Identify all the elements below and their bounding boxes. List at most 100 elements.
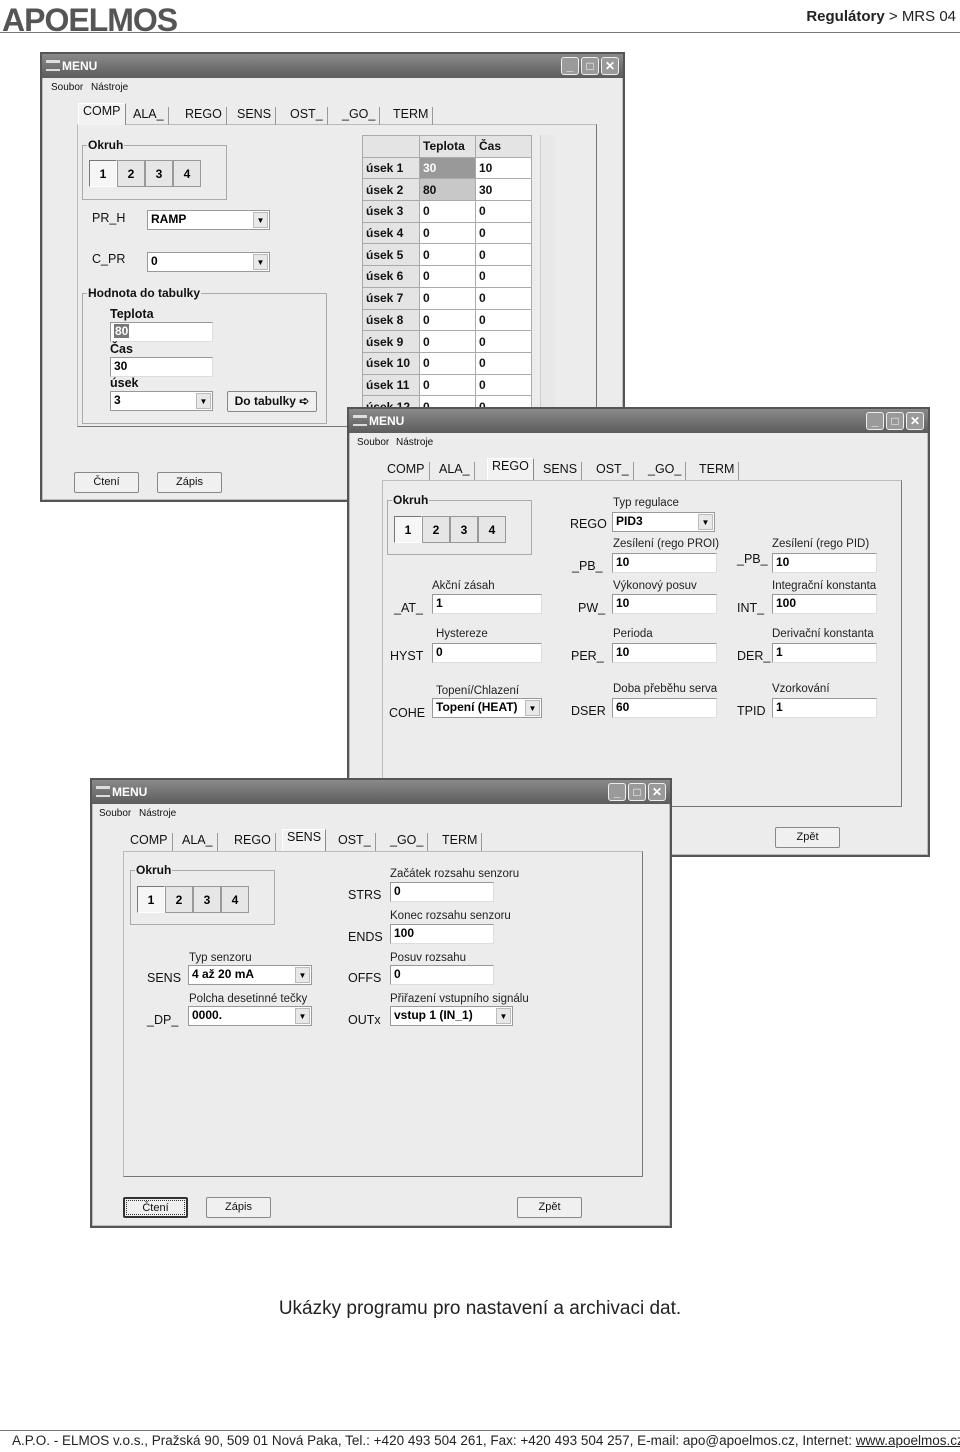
menu-soubor[interactable]: Soubor [99, 808, 131, 819]
okruh-2-button[interactable]: 2 [117, 160, 145, 187]
minimize-icon[interactable]: _ [608, 783, 626, 801]
tab-ost[interactable]: OST_ [286, 107, 328, 125]
table-row[interactable]: úsek 700 [362, 286, 532, 310]
tab-comp[interactable]: COMP [78, 103, 126, 125]
table-cell[interactable]: 80 [419, 178, 476, 202]
table-cell[interactable]: 0 [419, 221, 476, 245]
cohe-select[interactable]: Topení (HEAT) ▼ [432, 698, 542, 718]
okruh-3-button[interactable]: 3 [450, 516, 478, 543]
minimize-icon[interactable]: _ [866, 412, 884, 430]
tab-ala[interactable]: ALA_ [435, 462, 475, 480]
table-row[interactable]: úsek 900 [362, 330, 532, 353]
zapis-button[interactable]: Zápis [157, 472, 222, 493]
do-tabulky-button[interactable]: Do tabulky ➪ [227, 391, 317, 412]
pr-h-select[interactable]: RAMP ▼ [147, 210, 270, 230]
menu-nastroje[interactable]: Nástroje [139, 808, 176, 819]
chevron-down-icon[interactable]: ▼ [698, 514, 713, 530]
table-row[interactable]: úsek 600 [362, 265, 532, 288]
table-cell[interactable]: 0 [419, 308, 476, 332]
chevron-down-icon[interactable]: ▼ [496, 1008, 511, 1024]
usek-select[interactable]: 3 ▼ [110, 391, 213, 411]
tab-ost[interactable]: OST_ [334, 833, 376, 851]
int-input[interactable]: 100 [772, 594, 877, 614]
pb-pid-input[interactable]: 10 [772, 553, 877, 573]
typ-senzoru-select[interactable]: 4 až 20 mA ▼ [188, 965, 312, 985]
zapis-button[interactable]: Zápis [206, 1197, 271, 1218]
table-row[interactable]: úsek 11 0 0 [362, 373, 532, 397]
der-input[interactable]: 1 [772, 643, 877, 663]
okruh-3-button[interactable]: 3 [145, 160, 173, 187]
tab-sens[interactable]: SENS [539, 462, 583, 480]
okruh-1-button[interactable]: 1 [394, 516, 422, 543]
dp-select[interactable]: 0000. ▼ [188, 1006, 312, 1026]
menu-nastroje[interactable]: Nástroje [396, 437, 433, 448]
tpid-input[interactable]: 1 [772, 698, 877, 718]
pb-proi-input[interactable]: 10 [612, 553, 717, 573]
table-cell[interactable]: 0 [475, 286, 532, 310]
chevron-down-icon[interactable]: ▼ [196, 393, 211, 409]
table-cell[interactable]: 0 [475, 200, 532, 223]
okruh-3-button[interactable]: 3 [193, 886, 221, 913]
tab-sens[interactable]: SENS [282, 829, 327, 851]
table-row[interactable]: úsek 2 80 30 [362, 178, 532, 202]
tab-go[interactable]: _GO_ [644, 462, 687, 480]
table-cell[interactable]: 30 [419, 156, 476, 180]
chevron-down-icon[interactable]: ▼ [253, 254, 268, 270]
typ-regulace-select[interactable]: PID3 ▼ [612, 512, 715, 532]
tab-comp[interactable]: COMP [126, 833, 173, 851]
title-bar[interactable]: MENU _ □ ✕ [92, 780, 670, 804]
hyst-input[interactable]: 0 [432, 643, 542, 663]
cas-input[interactable]: 30 [110, 357, 213, 377]
at-input[interactable]: 1 [432, 594, 542, 614]
zpet-button[interactable]: Zpět [517, 1197, 582, 1218]
close-icon[interactable]: ✕ [601, 57, 619, 75]
tab-term[interactable]: TERM [695, 462, 740, 480]
tab-rego[interactable]: REGO [230, 833, 276, 851]
table-cell[interactable]: 0 [419, 243, 476, 267]
cteni-button[interactable]: Čtení [123, 1197, 188, 1218]
minimize-icon[interactable]: _ [561, 57, 579, 75]
table-cell[interactable]: 0 [475, 243, 532, 267]
tab-comp[interactable]: COMP [383, 462, 430, 480]
title-bar[interactable]: MENU _ □ ✕ [42, 54, 623, 78]
chevron-down-icon[interactable]: ▼ [295, 1008, 310, 1024]
table-row[interactable]: úsek 400 [362, 221, 532, 245]
table-row[interactable]: úsek 300 [362, 200, 532, 223]
chevron-down-icon[interactable]: ▼ [295, 967, 310, 983]
menu-soubor[interactable]: Soubor [51, 82, 83, 93]
table-cell[interactable]: 0 [475, 265, 532, 288]
website-link[interactable]: www.apoelmos.cz [856, 1433, 960, 1448]
table-cell[interactable]: 0 [419, 351, 476, 375]
table-cell[interactable]: 0 [419, 373, 476, 397]
maximize-icon[interactable]: □ [581, 57, 599, 75]
table-scrollbar[interactable] [540, 135, 555, 425]
maximize-icon[interactable]: □ [886, 412, 904, 430]
chevron-down-icon[interactable]: ▼ [253, 212, 268, 228]
tab-go[interactable]: _GO_ [338, 107, 381, 125]
tab-ost[interactable]: OST_ [592, 462, 634, 480]
okruh-4-button[interactable]: 4 [173, 160, 201, 187]
maximize-icon[interactable]: □ [628, 783, 646, 801]
cteni-button[interactable]: Čtení [74, 472, 139, 493]
okruh-2-button[interactable]: 2 [165, 886, 193, 913]
tab-sens[interactable]: SENS [233, 107, 277, 125]
okruh-1-button[interactable]: 1 [89, 160, 117, 187]
tab-go[interactable]: _GO_ [386, 833, 429, 851]
table-cell[interactable]: 0 [475, 351, 532, 375]
offs-input[interactable]: 0 [390, 965, 494, 985]
zpet-button[interactable]: Zpět [775, 827, 840, 848]
table-cell[interactable]: 0 [419, 286, 476, 310]
table-cell[interactable]: 0 [475, 308, 532, 332]
okruh-4-button[interactable]: 4 [221, 886, 249, 913]
table-cell[interactable]: 0 [475, 330, 532, 353]
table-cell[interactable]: 0 [419, 265, 476, 288]
per-input[interactable]: 10 [612, 643, 717, 663]
tab-ala[interactable]: ALA_ [129, 107, 169, 125]
tab-rego[interactable]: REGO [487, 458, 534, 480]
menu-nastroje[interactable]: Nástroje [91, 82, 128, 93]
menu-soubor[interactable]: Soubor [357, 437, 389, 448]
tab-ala[interactable]: ALA_ [178, 833, 218, 851]
chevron-down-icon[interactable]: ▼ [525, 700, 540, 716]
pw-input[interactable]: 10 [612, 594, 717, 614]
table-cell[interactable]: 0 [475, 221, 532, 245]
